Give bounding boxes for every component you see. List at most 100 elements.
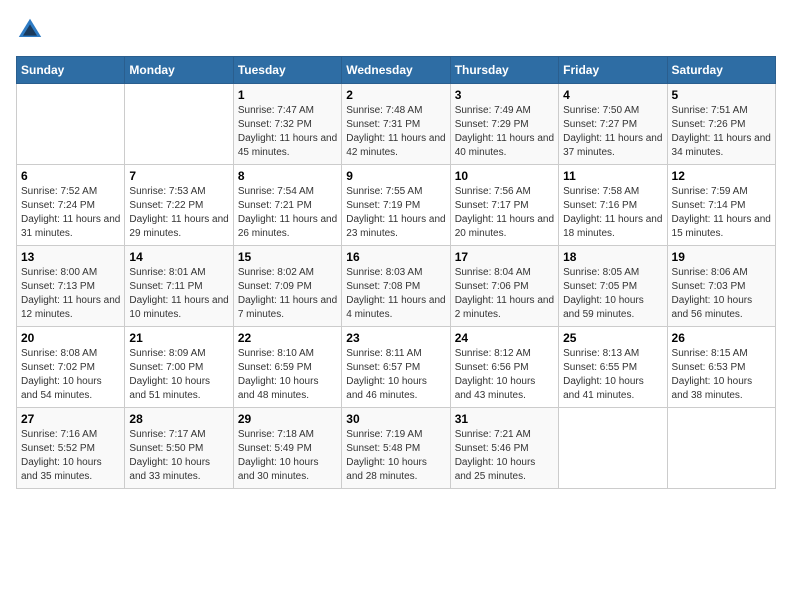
day-number: 18 — [563, 250, 662, 264]
calendar-week-row: 20Sunrise: 8:08 AM Sunset: 7:02 PM Dayli… — [17, 327, 776, 408]
calendar-day-cell: 21 Sunrise: 8:09 AM Sunset: 7:00 PM Dayli… — [125, 327, 233, 408]
calendar-day-cell: 2 Sunrise: 7:48 AM Sunset: 7:31 PM Daylig… — [342, 84, 450, 165]
calendar-day-cell: 11 Sunrise: 7:58 AM Sunset: 7:16 PM Dayli… — [559, 165, 667, 246]
day-info: Sunrise: 7:17 AM Sunset: 5:50 PM Dayligh… — [129, 428, 228, 484]
day-number: 27 — [21, 412, 120, 426]
day-number: 1 — [238, 88, 337, 102]
calendar-table: SundayMondayTuesdayWednesdayThursdayFrid… — [16, 56, 776, 489]
day-number: 4 — [563, 88, 662, 102]
day-number: 10 — [455, 169, 554, 183]
day-number: 21 — [129, 331, 228, 345]
day-info: Sunrise: 7:56 AM Sunset: 7:17 PM Dayligh… — [455, 185, 554, 241]
calendar-day-cell — [559, 408, 667, 489]
calendar-day-cell: 30Sunrise: 7:19 AM Sunset: 5:48 PM Dayli… — [342, 408, 450, 489]
day-of-week-header: Monday — [125, 57, 233, 84]
calendar-day-cell: 31 Sunrise: 7:21 AM Sunset: 5:46 PM Dayli… — [450, 408, 558, 489]
calendar-day-cell: 5 Sunrise: 7:51 AM Sunset: 7:26 PM Daylig… — [667, 84, 775, 165]
calendar-day-cell: 28 Sunrise: 7:17 AM Sunset: 5:50 PM Dayli… — [125, 408, 233, 489]
day-number: 6 — [21, 169, 120, 183]
calendar-day-cell: 13 Sunrise: 8:00 AM Sunset: 7:13 PM Dayli… — [17, 246, 125, 327]
day-info: Sunrise: 7:54 AM Sunset: 7:21 PM Dayligh… — [238, 185, 337, 241]
day-info: Sunrise: 7:55 AM Sunset: 7:19 PM Dayligh… — [346, 185, 445, 241]
calendar-week-row: 27 Sunrise: 7:16 AM Sunset: 5:52 PM Dayli… — [17, 408, 776, 489]
day-number: 28 — [129, 412, 228, 426]
calendar-day-cell: 12 Sunrise: 7:59 AM Sunset: 7:14 PM Dayli… — [667, 165, 775, 246]
calendar-day-cell — [17, 84, 125, 165]
day-number: 29 — [238, 412, 337, 426]
calendar-day-cell: 7 Sunrise: 7:53 AM Sunset: 7:22 PM Daylig… — [125, 165, 233, 246]
calendar-day-cell: 24 Sunrise: 8:12 AM Sunset: 6:56 PM Dayli… — [450, 327, 558, 408]
calendar-day-cell: 4 Sunrise: 7:50 AM Sunset: 7:27 PM Daylig… — [559, 84, 667, 165]
day-info: Sunrise: 7:51 AM Sunset: 7:26 PM Dayligh… — [672, 104, 771, 160]
day-number: 7 — [129, 169, 228, 183]
calendar-day-cell: 3Sunrise: 7:49 AM Sunset: 7:29 PM Daylig… — [450, 84, 558, 165]
calendar-day-cell: 8Sunrise: 7:54 AM Sunset: 7:21 PM Daylig… — [233, 165, 341, 246]
day-info: Sunrise: 8:01 AM Sunset: 7:11 PM Dayligh… — [129, 266, 228, 322]
calendar-day-cell: 19 Sunrise: 8:06 AM Sunset: 7:03 PM Dayli… — [667, 246, 775, 327]
calendar-day-cell: 15Sunrise: 8:02 AM Sunset: 7:09 PM Dayli… — [233, 246, 341, 327]
day-info: Sunrise: 7:59 AM Sunset: 7:14 PM Dayligh… — [672, 185, 771, 241]
day-info: Sunrise: 8:05 AM Sunset: 7:05 PM Dayligh… — [563, 266, 662, 322]
day-info: Sunrise: 7:47 AM Sunset: 7:32 PM Dayligh… — [238, 104, 337, 160]
day-info: Sunrise: 8:09 AM Sunset: 7:00 PM Dayligh… — [129, 347, 228, 403]
days-of-week-row: SundayMondayTuesdayWednesdayThursdayFrid… — [17, 57, 776, 84]
day-number: 5 — [672, 88, 771, 102]
day-of-week-header: Thursday — [450, 57, 558, 84]
day-of-week-header: Friday — [559, 57, 667, 84]
day-number: 12 — [672, 169, 771, 183]
day-info: Sunrise: 8:03 AM Sunset: 7:08 PM Dayligh… — [346, 266, 445, 322]
calendar-day-cell: 1 Sunrise: 7:47 AM Sunset: 7:32 PM Daylig… — [233, 84, 341, 165]
calendar-day-cell: 25Sunrise: 8:13 AM Sunset: 6:55 PM Dayli… — [559, 327, 667, 408]
day-number: 19 — [672, 250, 771, 264]
calendar-day-cell: 23 Sunrise: 8:11 AM Sunset: 6:57 PM Dayli… — [342, 327, 450, 408]
day-info: Sunrise: 7:19 AM Sunset: 5:48 PM Dayligh… — [346, 428, 445, 484]
day-of-week-header: Saturday — [667, 57, 775, 84]
calendar-week-row: 13 Sunrise: 8:00 AM Sunset: 7:13 PM Dayli… — [17, 246, 776, 327]
day-info: Sunrise: 8:00 AM Sunset: 7:13 PM Dayligh… — [21, 266, 120, 322]
day-info: Sunrise: 8:02 AM Sunset: 7:09 PM Dayligh… — [238, 266, 337, 322]
day-number: 23 — [346, 331, 445, 345]
day-number: 14 — [129, 250, 228, 264]
day-number: 17 — [455, 250, 554, 264]
day-info: Sunrise: 8:10 AM Sunset: 6:59 PM Dayligh… — [238, 347, 337, 403]
day-number: 31 — [455, 412, 554, 426]
calendar-day-cell: 16 Sunrise: 8:03 AM Sunset: 7:08 PM Dayli… — [342, 246, 450, 327]
day-number: 11 — [563, 169, 662, 183]
day-info: Sunrise: 8:12 AM Sunset: 6:56 PM Dayligh… — [455, 347, 554, 403]
calendar-day-cell: 6Sunrise: 7:52 AM Sunset: 7:24 PM Daylig… — [17, 165, 125, 246]
calendar-week-row: 1 Sunrise: 7:47 AM Sunset: 7:32 PM Daylig… — [17, 84, 776, 165]
day-info: Sunrise: 7:21 AM Sunset: 5:46 PM Dayligh… — [455, 428, 554, 484]
calendar-day-cell: 9Sunrise: 7:55 AM Sunset: 7:19 PM Daylig… — [342, 165, 450, 246]
day-info: Sunrise: 8:06 AM Sunset: 7:03 PM Dayligh… — [672, 266, 771, 322]
page-header — [16, 16, 776, 44]
day-number: 13 — [21, 250, 120, 264]
day-of-week-header: Sunday — [17, 57, 125, 84]
calendar-week-row: 6Sunrise: 7:52 AM Sunset: 7:24 PM Daylig… — [17, 165, 776, 246]
calendar-day-cell: 29 Sunrise: 7:18 AM Sunset: 5:49 PM Dayli… — [233, 408, 341, 489]
calendar-day-cell: 18 Sunrise: 8:05 AM Sunset: 7:05 PM Dayli… — [559, 246, 667, 327]
day-info: Sunrise: 7:53 AM Sunset: 7:22 PM Dayligh… — [129, 185, 228, 241]
logo-icon — [16, 16, 44, 44]
day-info: Sunrise: 7:16 AM Sunset: 5:52 PM Dayligh… — [21, 428, 120, 484]
calendar-day-cell — [125, 84, 233, 165]
day-number: 24 — [455, 331, 554, 345]
day-number: 3 — [455, 88, 554, 102]
day-number: 16 — [346, 250, 445, 264]
day-info: Sunrise: 7:50 AM Sunset: 7:27 PM Dayligh… — [563, 104, 662, 160]
calendar-day-cell: 27 Sunrise: 7:16 AM Sunset: 5:52 PM Dayli… — [17, 408, 125, 489]
calendar-day-cell: 26 Sunrise: 8:15 AM Sunset: 6:53 PM Dayli… — [667, 327, 775, 408]
calendar-day-cell: 10 Sunrise: 7:56 AM Sunset: 7:17 PM Dayli… — [450, 165, 558, 246]
day-number: 2 — [346, 88, 445, 102]
calendar-day-cell: 22 Sunrise: 8:10 AM Sunset: 6:59 PM Dayli… — [233, 327, 341, 408]
logo — [16, 16, 48, 44]
day-info: Sunrise: 7:18 AM Sunset: 5:49 PM Dayligh… — [238, 428, 337, 484]
day-info: Sunrise: 8:15 AM Sunset: 6:53 PM Dayligh… — [672, 347, 771, 403]
day-number: 26 — [672, 331, 771, 345]
day-info: Sunrise: 8:04 AM Sunset: 7:06 PM Dayligh… — [455, 266, 554, 322]
day-info: Sunrise: 7:58 AM Sunset: 7:16 PM Dayligh… — [563, 185, 662, 241]
day-info: Sunrise: 8:13 AM Sunset: 6:55 PM Dayligh… — [563, 347, 662, 403]
day-info: Sunrise: 8:11 AM Sunset: 6:57 PM Dayligh… — [346, 347, 445, 403]
calendar-body: 1 Sunrise: 7:47 AM Sunset: 7:32 PM Daylig… — [17, 84, 776, 489]
day-info: Sunrise: 7:48 AM Sunset: 7:31 PM Dayligh… — [346, 104, 445, 160]
day-number: 22 — [238, 331, 337, 345]
